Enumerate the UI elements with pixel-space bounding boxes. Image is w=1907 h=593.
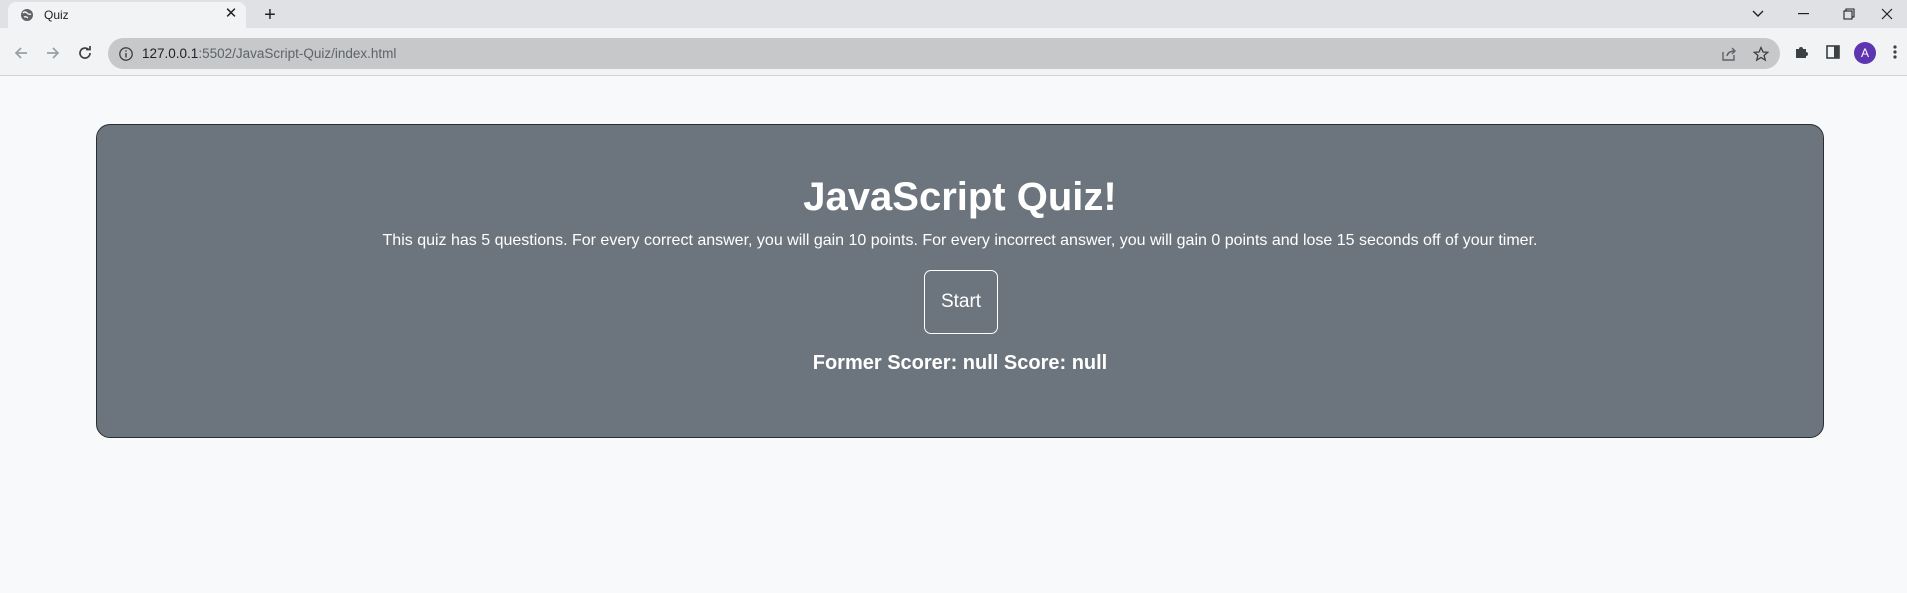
side-panel-icon[interactable] [1822, 41, 1844, 63]
url-host: 127.0.0.1 [142, 46, 199, 61]
info-icon[interactable] [118, 46, 134, 62]
url-path: :5502/JavaScript-Quiz/index.html [198, 46, 397, 61]
browser-toolbar: 127.0.0.1:5502/JavaScript-Quiz/index.htm… [0, 28, 1907, 76]
former-score: Former Scorer: null Score: null [812, 352, 1108, 374]
globe-icon [20, 8, 34, 22]
share-icon[interactable] [1720, 45, 1738, 63]
quiz-card: JavaScript Quiz! This quiz has 5 questio… [96, 124, 1824, 438]
page-title: JavaScript Quiz! [803, 175, 1117, 219]
star-icon[interactable] [1752, 45, 1770, 63]
reload-icon[interactable] [74, 42, 96, 64]
restore-icon[interactable] [1829, 0, 1869, 28]
quiz-description: This quiz has 5 questions. For every cor… [382, 232, 1538, 249]
tab-title: Quiz [44, 8, 69, 22]
kebab-menu-icon[interactable] [1884, 41, 1906, 63]
plus-icon[interactable]: + [256, 4, 284, 28]
tab-quiz[interactable]: Quiz ✕ [8, 2, 246, 28]
url-text: 127.0.0.1:5502/JavaScript-Quiz/index.htm… [142, 46, 396, 61]
avatar[interactable]: A [1854, 42, 1876, 64]
chevron-down-icon[interactable] [1738, 0, 1778, 28]
tab-strip: Quiz ✕ + [0, 0, 1907, 28]
forward-arrow-icon[interactable] [42, 42, 64, 64]
back-arrow-icon[interactable] [10, 42, 32, 64]
minimize-icon[interactable] [1784, 0, 1824, 28]
close-icon[interactable]: ✕ [223, 6, 239, 22]
page-viewport: JavaScript Quiz! This quiz has 5 questio… [0, 76, 1907, 593]
address-bar[interactable]: 127.0.0.1:5502/JavaScript-Quiz/index.htm… [108, 38, 1780, 69]
close-window-icon[interactable] [1867, 0, 1907, 28]
start-button[interactable]: Start [924, 270, 998, 334]
puzzle-icon[interactable] [1790, 41, 1812, 63]
